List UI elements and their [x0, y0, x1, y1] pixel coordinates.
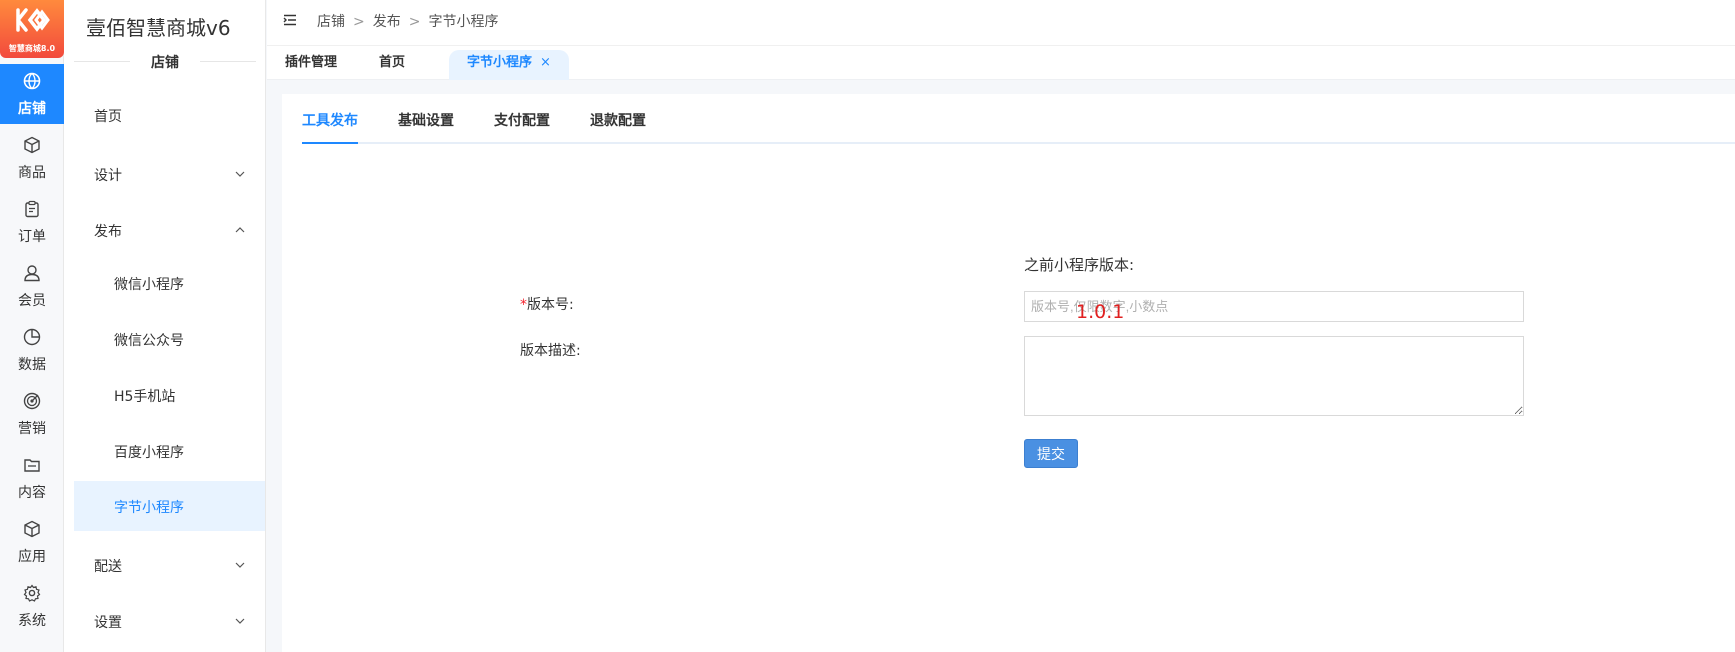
menu-title: 壹佰智慧商城v6: [86, 16, 231, 40]
version-label-text: 版本号:: [527, 297, 574, 313]
menu-collapse-icon[interactable]: [283, 13, 297, 27]
rail-item-members[interactable]: 会员: [0, 256, 64, 316]
submit-button[interactable]: 提交: [1024, 439, 1078, 468]
breadcrumb: 店铺 > 发布 > 字节小程序: [317, 11, 498, 31]
box-icon: [24, 520, 40, 538]
top-header: 店铺 > 发布 > 字节小程序: [267, 0, 1735, 46]
rail-item-label: 数据: [18, 357, 46, 373]
tab-bytedance-mini[interactable]: 字节小程序 ×: [449, 50, 569, 80]
subtab-tool-publish[interactable]: 工具发布: [302, 110, 358, 144]
rail-item-label: 商品: [18, 165, 46, 181]
tab-label: 首页: [379, 55, 406, 70]
menu-item-settings[interactable]: 设置: [74, 596, 265, 646]
menu-sub-label: H5手机站: [114, 389, 176, 405]
cube-icon: [24, 136, 40, 154]
description-textarea[interactable]: [1024, 336, 1524, 416]
rail-item-label: 会员: [18, 293, 46, 309]
sub-tab-bar: 工具发布 基础设置 支付配置 退款配置: [302, 110, 1735, 144]
rail-item-orders[interactable]: 订单: [0, 192, 64, 252]
menu-section-header: 店铺: [74, 52, 256, 72]
menu-sub-label: 微信公众号: [114, 333, 184, 349]
primary-sidebar: 智慧商城8.0 店铺 商品 订单 会员 数据 营销 内容 应用 系统: [0, 0, 64, 652]
chevron-up-icon: [235, 227, 245, 233]
rail-item-store[interactable]: 店铺: [0, 64, 64, 124]
version-overlay-value: 1.0.1: [1076, 301, 1125, 323]
subtab-basic-settings[interactable]: 基础设置: [398, 110, 454, 144]
rail-item-system[interactable]: 系统: [0, 576, 64, 636]
menu-sub-bytedance-mini[interactable]: 字节小程序: [74, 481, 265, 531]
menu-sub-label: 字节小程序: [114, 500, 184, 516]
breadcrumb-item[interactable]: 店铺: [317, 14, 345, 30]
required-mark: *: [520, 297, 527, 313]
subtab-refund-config[interactable]: 退款配置: [590, 110, 646, 144]
chevron-down-icon: [235, 171, 245, 177]
menu-sub-wechat-official[interactable]: 微信公众号: [74, 314, 265, 364]
subtab-payment-config[interactable]: 支付配置: [494, 110, 550, 144]
menu-item-publish[interactable]: 发布: [74, 205, 265, 255]
breadcrumb-separator: >: [353, 14, 365, 30]
gear-icon: [23, 584, 41, 602]
rail-item-apps[interactable]: 应用: [0, 512, 64, 572]
pie-chart-icon: [23, 328, 41, 346]
secondary-sidebar: 壹佰智慧商城v6 店铺 首页 设计 发布 微信小程序 微信公众号 H5手机站 百…: [64, 0, 266, 652]
menu-item-design[interactable]: 设计: [74, 149, 265, 199]
breadcrumb-separator: >: [408, 14, 421, 30]
folder-icon: [24, 459, 40, 472]
menu-item-delivery[interactable]: 配送: [74, 540, 265, 590]
target-icon: [23, 392, 41, 410]
tab-home[interactable]: 首页: [361, 50, 423, 80]
tab-plugin-management[interactable]: 插件管理: [267, 50, 355, 80]
rail-item-marketing[interactable]: 营销: [0, 384, 64, 444]
menu-sub-label: 微信小程序: [114, 277, 184, 293]
rail-item-products[interactable]: 商品: [0, 128, 64, 188]
rail-item-label: 店铺: [18, 101, 46, 117]
user-icon: [24, 265, 40, 282]
menu-sub-h5[interactable]: H5手机站: [74, 370, 265, 420]
rail-item-label: 系统: [18, 613, 46, 629]
tab-label: 插件管理: [285, 55, 338, 70]
menu-item-home[interactable]: 首页: [74, 90, 265, 140]
menu-item-label: 设计: [94, 168, 122, 184]
menu-sub-wechat-mini[interactable]: 微信小程序: [74, 258, 265, 308]
menu-item-label: 配送: [94, 559, 122, 575]
menu-sub-label: 百度小程序: [114, 445, 184, 461]
menu-item-label: 首页: [94, 109, 122, 125]
brand-logo[interactable]: 智慧商城8.0: [0, 0, 64, 58]
chevron-down-icon: [235, 618, 245, 624]
rail-item-label: 应用: [18, 549, 46, 565]
previous-version-label: 之前小程序版本:: [1024, 256, 1135, 274]
breadcrumb-item[interactable]: 发布: [373, 14, 401, 30]
main-content: 工具发布 基础设置 支付配置 退款配置 之前小程序版本: *版本号: 1.0.1…: [282, 94, 1735, 652]
menu-section-label: 店铺: [151, 55, 179, 71]
logo-mark-icon: [16, 8, 50, 32]
menu-item-label: 发布: [94, 224, 122, 240]
section-divider-right: [200, 61, 256, 62]
description-label: 版本描述:: [520, 343, 581, 359]
rail-item-content[interactable]: 内容: [0, 448, 64, 508]
close-icon[interactable]: ×: [540, 55, 551, 70]
rail-item-data[interactable]: 数据: [0, 320, 64, 380]
menu-sub-baidu-mini[interactable]: 百度小程序: [74, 426, 265, 476]
chevron-down-icon: [235, 562, 245, 568]
menu-item-label: 设置: [94, 615, 122, 631]
logo-version-badge: 智慧商城8.0: [8, 44, 56, 53]
breadcrumb-item-current: 字节小程序: [428, 14, 499, 30]
rail-item-label: 营销: [18, 421, 46, 437]
globe-icon: [23, 72, 41, 90]
version-label: *版本号:: [520, 294, 574, 314]
rail-item-label: 订单: [18, 229, 46, 245]
rail-item-label: 内容: [18, 485, 46, 501]
clipboard-icon: [25, 200, 39, 218]
tab-label: 字节小程序: [467, 55, 533, 70]
page-tabs: 插件管理 首页 字节小程序 ×: [267, 46, 1735, 80]
app-root: 智慧商城8.0 店铺 商品 订单 会员 数据 营销 内容 应用 系统 壹佰智慧商…: [0, 0, 1735, 652]
